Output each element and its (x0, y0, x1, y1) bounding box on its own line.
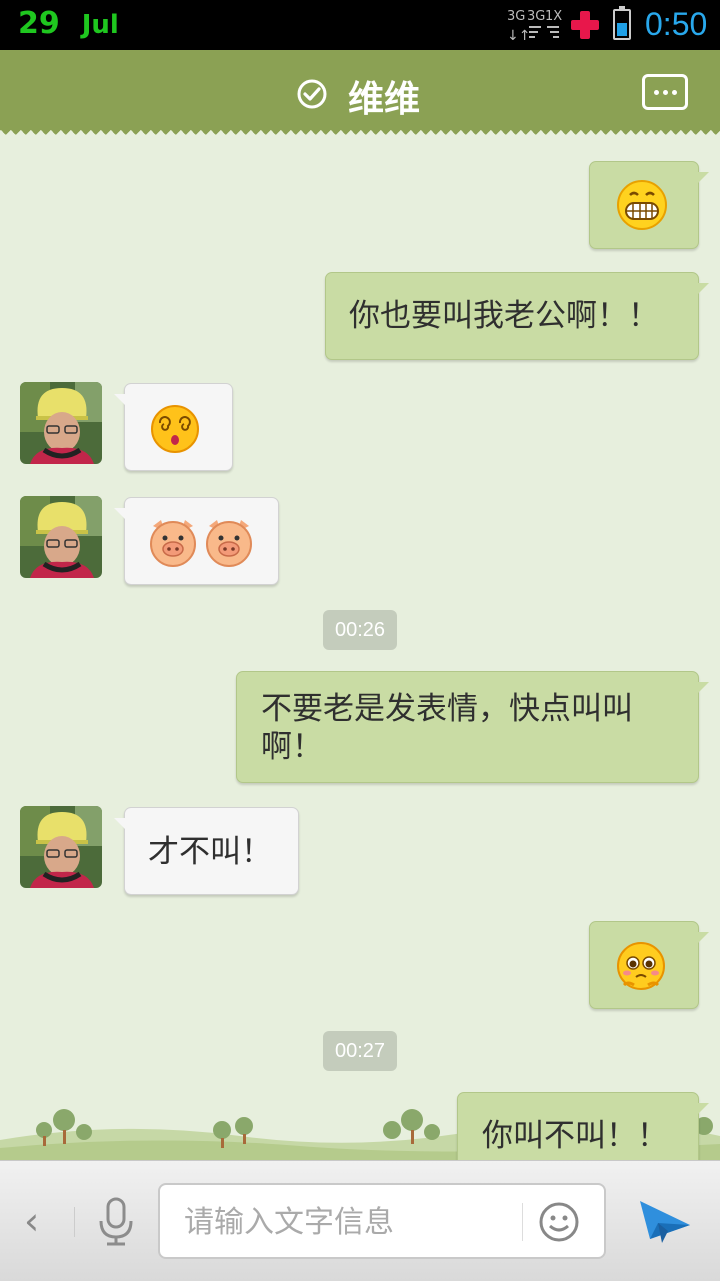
message-input-box[interactable] (158, 1183, 606, 1259)
chat-header: 维维 (0, 50, 720, 138)
grin-face-icon (617, 180, 667, 230)
chat-more-icon[interactable] (642, 74, 688, 110)
svg-text:1X: 1X (545, 9, 562, 24)
avatar-photo (20, 382, 102, 464)
signal-icon: 3G 3G 1X ↓↑ (507, 9, 562, 44)
message-text: 才不叫！ (148, 834, 272, 870)
microphone-icon[interactable] (96, 1197, 136, 1247)
message-list[interactable]: 你也要叫我老公啊！！ 00:26 不要老是发表情，快点叫叫啊！ 才不叫！ 00:… (0, 138, 720, 1160)
avatar[interactable] (20, 382, 102, 464)
divider (74, 1207, 75, 1237)
status-date-day: 29 (18, 6, 60, 41)
pig-face-icon (206, 520, 252, 567)
message-bubble-received[interactable]: 才不叫！ (114, 807, 299, 895)
message-text: 你也要叫我老公啊！！ (349, 298, 659, 334)
message-text: 不要老是发表情，快点叫叫啊！ (261, 691, 633, 765)
svg-text:3G: 3G (507, 9, 525, 24)
message-input[interactable] (182, 1199, 506, 1245)
check-circle-icon (297, 79, 327, 109)
status-bar: 29 Jul 3G 3G 1X ↓↑ 0:50 (0, 0, 720, 50)
svg-text:3G: 3G (527, 9, 545, 24)
avatar[interactable] (20, 496, 102, 578)
avatar[interactable] (20, 806, 102, 888)
collapse-arrow-icon[interactable]: ‹ (24, 1199, 39, 1243)
status-time: 0:50 (645, 6, 708, 42)
timestamp: 00:27 (323, 1031, 397, 1071)
message-bubble-sent[interactable]: 你叫不叫！！ (457, 1092, 709, 1160)
message-text: 你叫不叫！！ (482, 1118, 668, 1154)
divider (522, 1203, 523, 1241)
timestamp: 00:26 (323, 610, 397, 650)
message-bubble-sent[interactable]: 你也要叫我老公啊！！ (325, 272, 709, 360)
message-bubble-sent[interactable]: 不要老是发表情，快点叫叫啊！ (236, 671, 709, 783)
send-arrow-icon[interactable] (636, 1195, 692, 1247)
battery-icon (613, 6, 631, 40)
status-date: 29 Jul (18, 6, 119, 41)
message-bubble-sent[interactable] (589, 921, 709, 1009)
message-bubble-sent[interactable] (589, 161, 709, 249)
contact-name[interactable]: 维维 (348, 70, 420, 122)
input-bar: ‹ (0, 1160, 720, 1281)
smiley-icon[interactable] (538, 1201, 580, 1243)
avatar-photo (20, 496, 102, 578)
pig-face-icon (150, 520, 196, 567)
message-bubble-received[interactable] (114, 497, 279, 585)
avatar-photo (20, 806, 102, 888)
dizzy-face-icon (151, 405, 199, 453)
medical-cross-icon (571, 11, 599, 39)
svg-text:↓↑: ↓↑ (507, 28, 530, 44)
status-date-month: Jul (81, 10, 119, 40)
pleading-face-icon (617, 942, 665, 990)
message-bubble-received[interactable] (114, 383, 233, 471)
